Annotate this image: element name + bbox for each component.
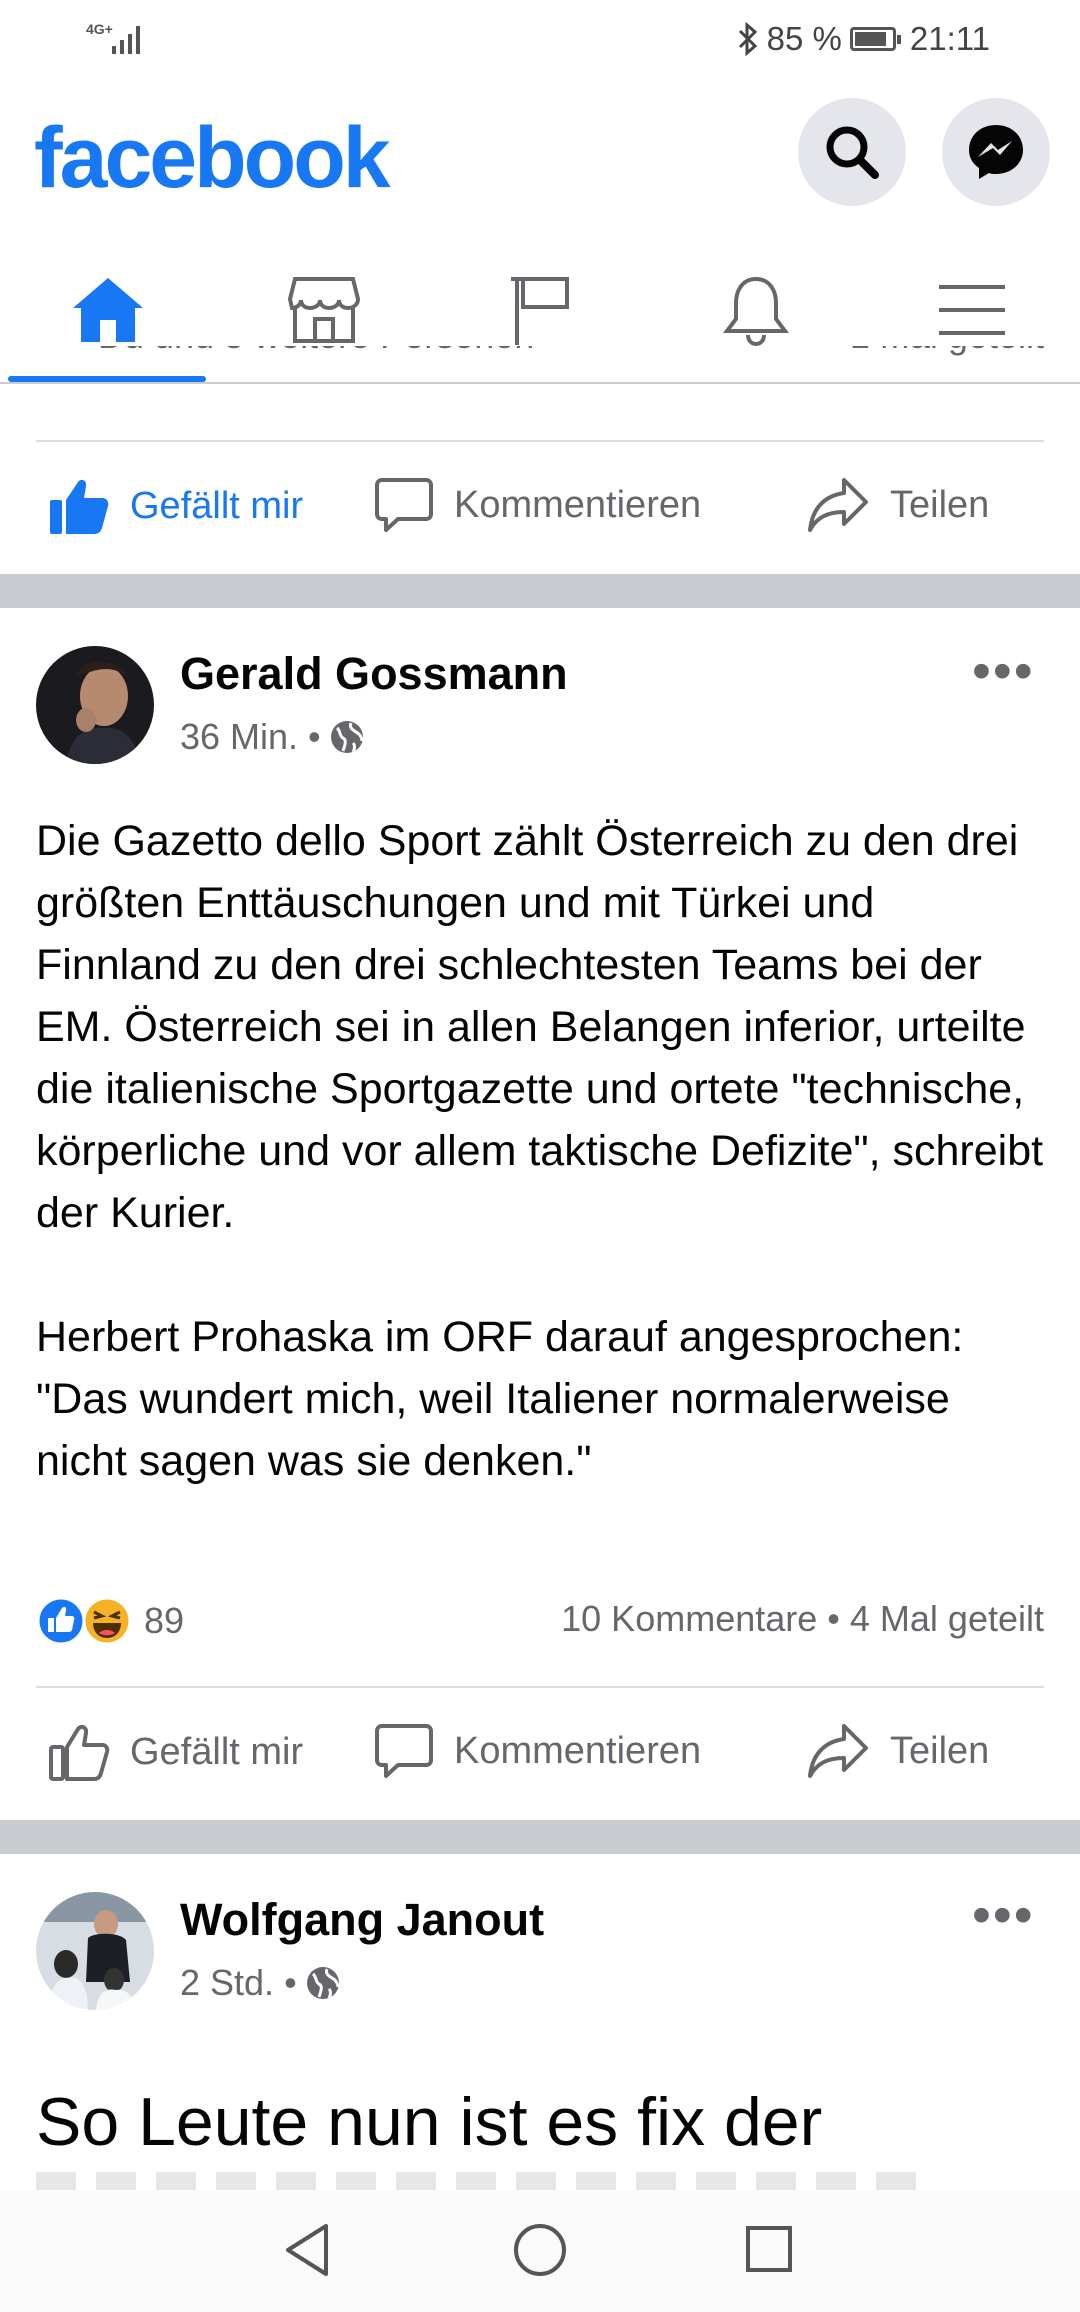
shares-count[interactable]: 4 Mal geteilt [850,1598,1044,1640]
search-button[interactable] [798,98,906,206]
post-text-large: So Leute nun ist es fix der [36,2084,823,2160]
prev-shares-text: 1 Mal geteilt [830,346,1044,374]
system-navigation-bar [0,2190,1080,2312]
status-bar: 4G+ 85 % 21:11 [0,0,1080,80]
clipped-text-line [36,2172,936,2190]
menu-icon [939,285,1005,335]
post-time[interactable]: 36 Min. • [180,716,321,758]
share-button[interactable]: Teilen [806,1722,989,1780]
home-circle-icon[interactable] [512,2222,568,2278]
comment-button[interactable]: Kommentieren [374,1722,701,1780]
messenger-button[interactable] [942,98,1050,206]
stats-separator: • [827,1598,840,1639]
share-label: Teilen [890,1729,990,1772]
share-label: Teilen [890,483,990,526]
profile-photo [36,646,154,764]
comment-label: Kommentieren [454,1729,702,1772]
comments-count[interactable]: 10 Kommentare [561,1598,817,1640]
like-label: Gefällt mir [130,1730,304,1773]
post-meta: 36 Min. • [180,716,365,758]
prev-post-shares[interactable]: 1 Mal geteilt [830,346,1044,382]
facebook-logo[interactable]: facebook [34,108,391,208]
status-right: 85 % 21:11 [737,20,990,58]
divider [36,1686,1044,1688]
search-icon [826,126,879,179]
like-button[interactable]: Gefällt mir [48,476,303,536]
bell-icon [723,276,789,347]
battery-icon [849,27,901,51]
more-options-icon[interactable]: ••• [972,1888,1035,1942]
post-author[interactable]: Gerald Gossmann [180,648,568,700]
signal-icon [112,26,140,54]
divider [36,440,1044,442]
thumbs-up-icon [49,1724,110,1781]
haha-reaction-icon [82,1596,132,1646]
comment-label: Kommentieren [454,483,702,526]
comment-icon [375,478,433,532]
recents-icon[interactable] [744,2224,794,2274]
messenger-icon [969,125,1023,179]
battery-fill [854,32,886,46]
battery-percent: 85 % [766,20,842,57]
avatar[interactable] [36,1892,154,2010]
marketplace-icon [287,277,361,343]
flag-icon [511,277,569,345]
thumbs-up-filled-icon [50,479,109,534]
globe-icon [306,1967,340,1999]
back-icon[interactable] [282,2222,332,2278]
home-icon [73,278,143,342]
more-options-icon[interactable]: ••• [972,644,1035,698]
share-icon [808,478,868,532]
like-reaction-icon [36,1596,86,1646]
feed-separator [0,1820,1080,1854]
post-time[interactable]: 2 Std. • [180,1962,297,2004]
post-author[interactable]: Wolfgang Janout [180,1894,544,1946]
globe-icon [330,721,364,753]
comment-button[interactable]: Kommentieren [374,476,701,534]
avatar[interactable] [36,646,154,764]
tab-bar-border [0,382,1080,384]
post-meta: 2 Std. • [180,1962,341,2004]
share-button[interactable]: Teilen [806,476,989,534]
clock: 21:11 [909,20,990,57]
prev-reactions-text: Du und 5 weitere Personen [36,346,596,374]
like-button[interactable]: Gefällt mir [48,1722,303,1782]
like-label: Gefällt mir [130,484,304,527]
reaction-count: 89 [144,1600,185,1641]
profile-photo [36,1892,154,2010]
bluetooth-icon [738,22,757,56]
share-icon [808,1724,868,1778]
post-text: Die Gazetto dello Sport zählt Österreich… [36,817,1044,1485]
comment-icon [375,1724,433,1778]
network-indicator: 4G+ [86,21,113,37]
reactions-summary[interactable]: 89 [36,1596,184,1646]
prev-post-reactions[interactable]: Du und 5 weitere Personen [36,346,596,382]
feed-separator [0,574,1080,608]
engagement-stats: 10 Kommentare • 4 Mal geteilt [561,1598,1044,1640]
